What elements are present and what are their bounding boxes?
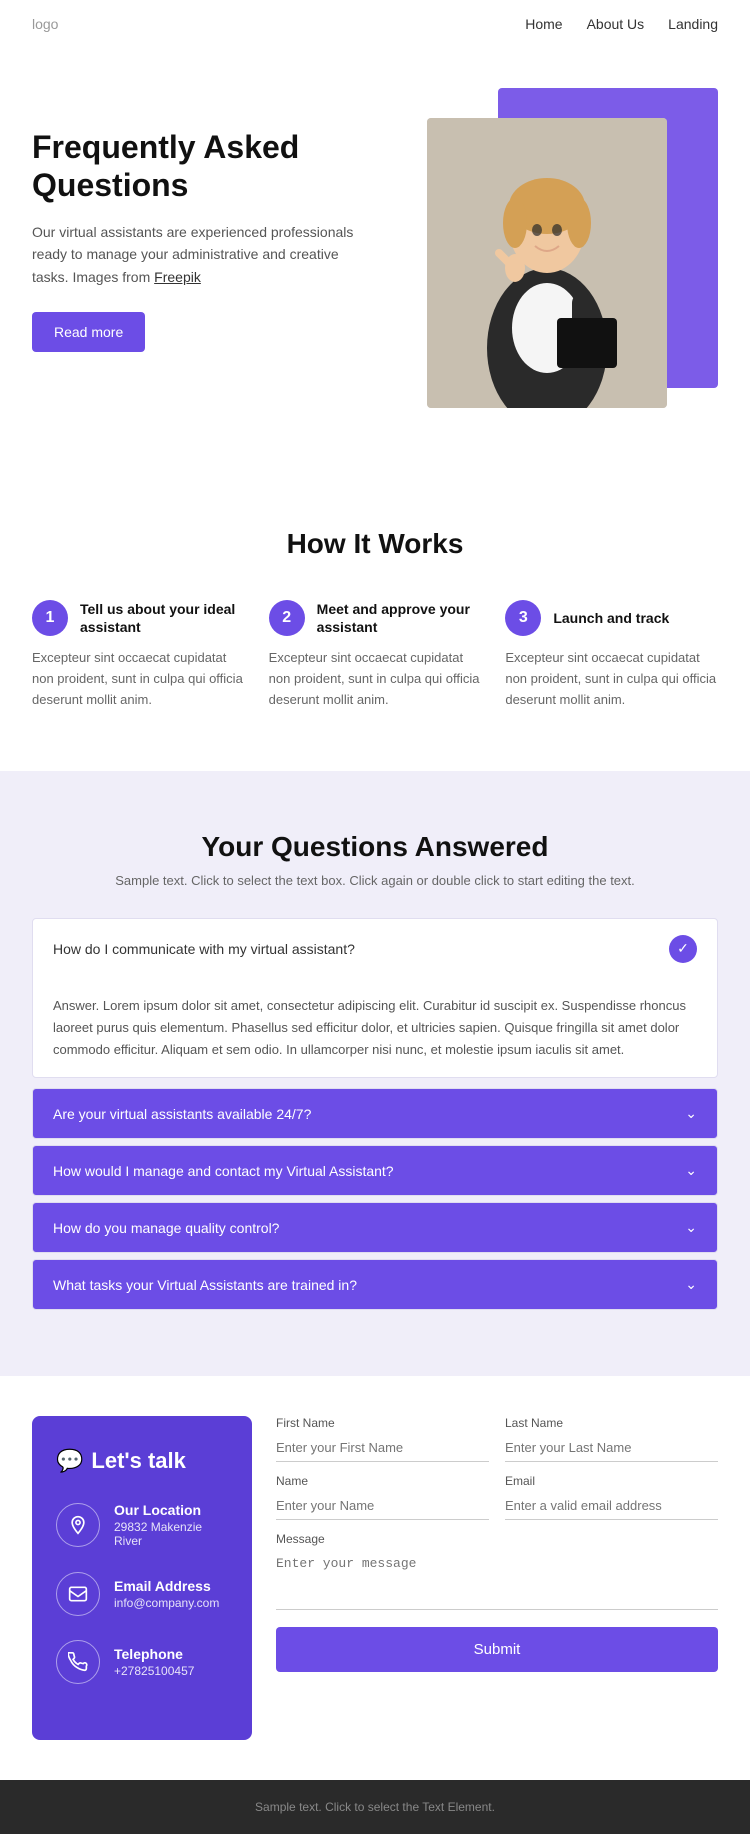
read-more-button[interactable]: Read more: [32, 312, 145, 352]
navigation: logo Home About Us Landing: [0, 0, 750, 48]
email-group: Email: [505, 1474, 718, 1520]
faq-question-5-text: What tasks your Virtual Assistants are t…: [53, 1277, 357, 1293]
faq-question-2-text: Are your virtual assistants available 24…: [53, 1106, 311, 1122]
chevron-down-icon-5: ⌄: [685, 1276, 697, 1293]
chevron-down-icon-2: ⌄: [685, 1105, 697, 1122]
contact-location: Our Location 29832 Makenzie River: [56, 1502, 228, 1548]
faq-question-1[interactable]: How do I communicate with my virtual ass…: [33, 919, 717, 979]
step-1-header: 1 Tell us about your ideal assistant: [32, 600, 245, 636]
chevron-down-icon-4: ⌄: [685, 1219, 697, 1236]
nav-home[interactable]: Home: [525, 16, 562, 32]
contact-form: First Name Last Name Name Email Message …: [276, 1416, 718, 1740]
step-2-title: Meet and approve your assistant: [317, 600, 482, 636]
submit-button[interactable]: Submit: [276, 1627, 718, 1672]
hero-title: Frequently Asked Questions: [32, 128, 375, 205]
step-1-number: 1: [32, 600, 68, 636]
step-1-desc: Excepteur sint occaecat cupidatat non pr…: [32, 648, 245, 710]
contact-phone: Telephone +27825100457: [56, 1640, 228, 1684]
location-icon: [56, 1503, 100, 1547]
faq-question-1-text: How do I communicate with my virtual ass…: [53, 941, 355, 957]
steps-container: 1 Tell us about your ideal assistant Exc…: [32, 600, 718, 711]
last-name-input[interactable]: [505, 1434, 718, 1462]
first-name-input[interactable]: [276, 1434, 489, 1462]
step-3-header: 3 Launch and track: [505, 600, 718, 636]
nav-landing[interactable]: Landing: [668, 16, 718, 32]
name-group: Name: [276, 1474, 489, 1520]
faq-item-1: How do I communicate with my virtual ass…: [32, 918, 718, 1078]
email-icon: [56, 1572, 100, 1616]
step-1: 1 Tell us about your ideal assistant Exc…: [32, 600, 245, 711]
faq-question-3-text: How would I manage and contact my Virtua…: [53, 1163, 394, 1179]
step-2-number: 2: [269, 600, 305, 636]
contact-card-title: 💬 Let's talk: [56, 1448, 228, 1474]
freepik-link[interactable]: Freepik: [154, 269, 201, 285]
chat-icon: 💬: [56, 1448, 83, 1474]
name-label: Name: [276, 1474, 489, 1488]
hero-image-area: [375, 88, 718, 408]
chevron-down-icon-3: ⌄: [685, 1162, 697, 1179]
message-label: Message: [276, 1532, 718, 1546]
last-name-group: Last Name: [505, 1416, 718, 1462]
step-2-header: 2 Meet and approve your assistant: [269, 600, 482, 636]
form-row-email: Name Email: [276, 1474, 718, 1520]
faq-item-2: Are your virtual assistants available 24…: [32, 1088, 718, 1139]
step-2-desc: Excepteur sint occaecat cupidatat non pr…: [269, 648, 482, 710]
step-2: 2 Meet and approve your assistant Except…: [269, 600, 482, 711]
first-name-group: First Name: [276, 1416, 489, 1462]
contact-section: 💬 Let's talk Our Location 29832 Makenzie…: [0, 1376, 750, 1780]
faq-question-2[interactable]: Are your virtual assistants available 24…: [33, 1089, 717, 1138]
faq-item-5: What tasks your Virtual Assistants are t…: [32, 1259, 718, 1310]
hero-image: [427, 118, 667, 408]
first-name-label: First Name: [276, 1416, 489, 1430]
nav-links: Home About Us Landing: [525, 16, 718, 32]
faq-check-icon: ✓: [669, 935, 697, 963]
step-3: 3 Launch and track Excepteur sint occaec…: [505, 600, 718, 711]
faq-question-4[interactable]: How do you manage quality control? ⌄: [33, 1203, 717, 1252]
message-group: Message: [276, 1532, 718, 1615]
contact-email-text: Email Address info@company.com: [114, 1578, 219, 1610]
faq-title: Your Questions Answered: [32, 831, 718, 863]
message-input[interactable]: [276, 1550, 718, 1610]
faq-item-3: How would I manage and contact my Virtua…: [32, 1145, 718, 1196]
hero-text: Frequently Asked Questions Our virtual a…: [32, 88, 375, 352]
faq-question-4-text: How do you manage quality control?: [53, 1220, 279, 1236]
faq-answer-1: Answer. Lorem ipsum dolor sit amet, cons…: [33, 979, 717, 1077]
faq-section: Your Questions Answered Sample text. Cli…: [0, 771, 750, 1376]
step-3-desc: Excepteur sint occaecat cupidatat non pr…: [505, 648, 718, 710]
contact-card: 💬 Let's talk Our Location 29832 Makenzie…: [32, 1416, 252, 1740]
phone-icon: [56, 1640, 100, 1684]
footer-text: Sample text. Click to select the Text El…: [32, 1800, 718, 1814]
step-3-number: 3: [505, 600, 541, 636]
last-name-label: Last Name: [505, 1416, 718, 1430]
how-it-works-section: How It Works 1 Tell us about your ideal …: [0, 468, 750, 771]
faq-item-4: How do you manage quality control? ⌄: [32, 1202, 718, 1253]
email-input[interactable]: [505, 1492, 718, 1520]
how-it-works-title: How It Works: [32, 528, 718, 560]
contact-phone-text: Telephone +27825100457: [114, 1646, 194, 1678]
faq-question-3[interactable]: How would I manage and contact my Virtua…: [33, 1146, 717, 1195]
faq-subtitle: Sample text. Click to select the text bo…: [32, 873, 718, 888]
faq-question-5[interactable]: What tasks your Virtual Assistants are t…: [33, 1260, 717, 1309]
step-1-title: Tell us about your ideal assistant: [80, 600, 245, 636]
contact-email: Email Address info@company.com: [56, 1572, 228, 1616]
email-label: Email: [505, 1474, 718, 1488]
hero-description: Our virtual assistants are experienced p…: [32, 221, 375, 288]
nav-about[interactable]: About Us: [587, 16, 645, 32]
name-input[interactable]: [276, 1492, 489, 1520]
step-3-title: Launch and track: [553, 609, 669, 627]
hero-section: Frequently Asked Questions Our virtual a…: [0, 48, 750, 468]
contact-location-text: Our Location 29832 Makenzie River: [114, 1502, 228, 1548]
footer: Sample text. Click to select the Text El…: [0, 1780, 750, 1834]
nav-logo: logo: [32, 16, 58, 32]
form-row-name: First Name Last Name: [276, 1416, 718, 1462]
